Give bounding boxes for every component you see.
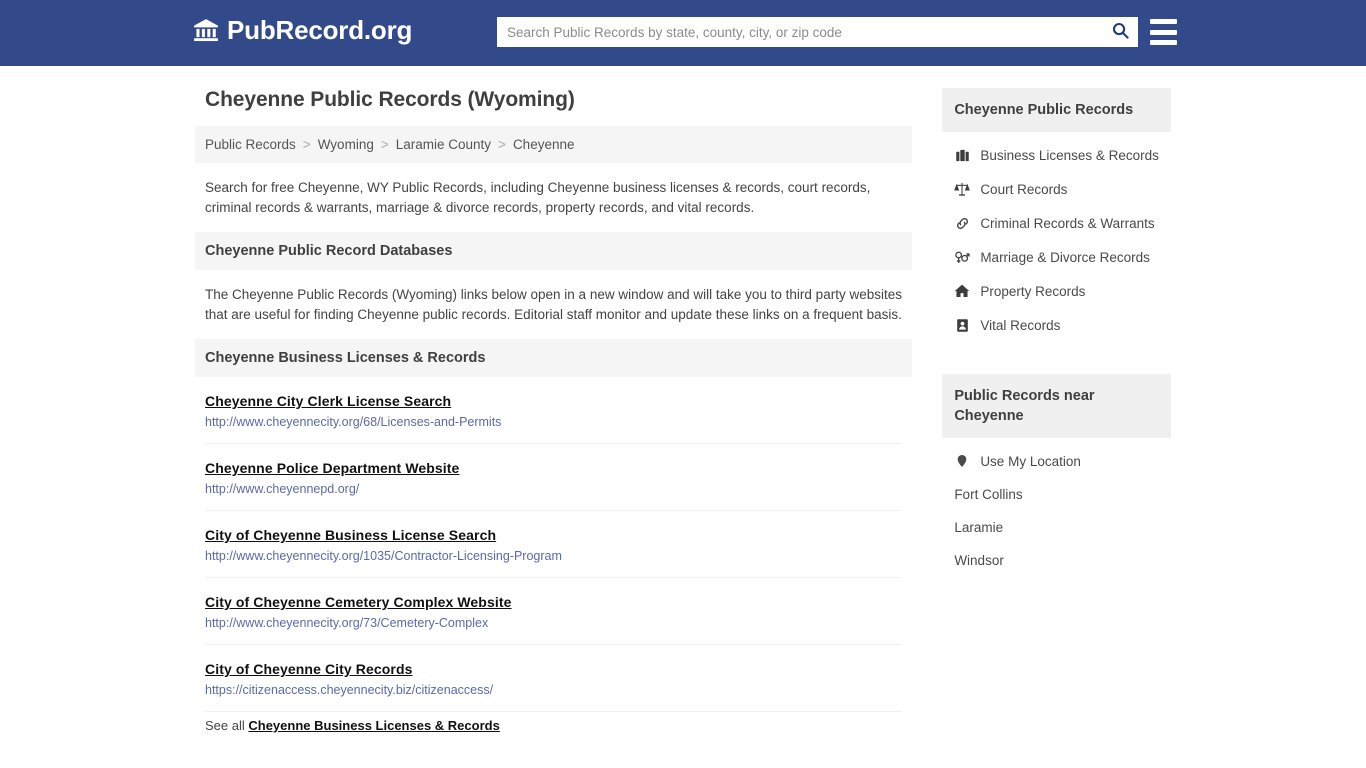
sidebar-item-label: Use My Location xyxy=(980,453,1081,469)
site-logo-link[interactable]: PubRecord.org xyxy=(193,17,412,43)
sidebar-item-label: Court Records xyxy=(980,181,1068,197)
list-item: City of Cheyenne City Records https://ci… xyxy=(205,645,903,712)
sidebar-item-fort-collins[interactable]: Fort Collins xyxy=(942,478,1171,511)
record-link-title[interactable]: City of Cheyenne Business License Search xyxy=(205,527,496,543)
page-title: Cheyenne Public Records (Wyoming) xyxy=(205,88,575,111)
record-link-title[interactable]: Cheyenne City Clerk License Search xyxy=(205,393,451,409)
search-icon xyxy=(1111,21,1130,43)
sidebar: Cheyenne Public Records Business License… xyxy=(942,88,1171,743)
list-item: Cheyenne Police Department Website http:… xyxy=(205,444,903,511)
scales-of-justice-icon xyxy=(954,181,971,197)
briefcase-icon xyxy=(954,147,970,163)
page-body: Cheyenne Public Records (Wyoming) Public… xyxy=(0,66,1366,743)
breadcrumb: Public Records > Wyoming > Laramie Count… xyxy=(195,126,913,163)
sidebar-near-list: Use My Location Fort Collins Laramie Win… xyxy=(942,438,1171,577)
sidebar-heading-records: Cheyenne Public Records xyxy=(942,88,1171,132)
breadcrumb-item-public-records[interactable]: Public Records xyxy=(205,137,296,152)
section-heading-business-licenses: Cheyenne Business Licenses & Records xyxy=(195,339,913,377)
search-input[interactable] xyxy=(497,18,1102,46)
hamburger-bar-3 xyxy=(1150,40,1177,45)
sidebar-heading-near: Public Records near Cheyenne xyxy=(942,374,1171,438)
bank-building-icon xyxy=(193,17,219,43)
breadcrumb-item-cheyenne: Cheyenne xyxy=(512,137,575,152)
sidebar-item-business-licenses[interactable]: Business Licenses & Records xyxy=(942,138,1171,172)
site-logo-text: PubRecord.org xyxy=(227,15,413,45)
hamburger-menu-icon[interactable] xyxy=(1150,19,1177,45)
site-header: PubRecord.org xyxy=(0,0,1366,66)
hamburger-bar-1 xyxy=(1150,19,1177,24)
handcuffs-icon xyxy=(954,215,970,231)
record-link-url[interactable]: http://www.cheyennepd.org/ xyxy=(205,482,902,496)
list-item: City of Cheyenne Cemetery Complex Websit… xyxy=(205,578,903,645)
see-all-prefix: See all xyxy=(205,718,245,733)
list-item: Cheyenne City Clerk License Search http:… xyxy=(205,377,903,444)
see-all-link[interactable]: Cheyenne Business Licenses & Records xyxy=(248,718,499,733)
page-intro-text: Search for free Cheyenne, WY Public Reco… xyxy=(205,180,871,215)
sidebar-item-marriage-divorce[interactable]: Marriage & Divorce Records xyxy=(942,240,1171,274)
sidebar-item-label: Vital Records xyxy=(980,317,1061,333)
map-pin-icon xyxy=(954,453,970,469)
record-link-url[interactable]: http://www.cheyennecity.org/1035/Contrac… xyxy=(205,549,902,563)
record-link-url[interactable]: https://citizenaccess.cheyennecity.biz/c… xyxy=(205,683,902,697)
record-link-title[interactable]: City of Cheyenne City Records xyxy=(205,661,413,677)
sidebar-item-criminal-records[interactable]: Criminal Records & Warrants xyxy=(942,206,1171,240)
sidebar-item-laramie[interactable]: Laramie xyxy=(942,511,1171,544)
content-container: Cheyenne Public Records (Wyoming) Public… xyxy=(195,66,1171,743)
breadcrumb-item-wyoming[interactable]: Wyoming xyxy=(318,137,374,152)
sidebar-item-vital-records[interactable]: Vital Records xyxy=(942,308,1171,342)
record-link-title[interactable]: City of Cheyenne Cemetery Complex Websit… xyxy=(205,594,511,610)
breadcrumb-separator-icon: > xyxy=(302,137,311,152)
see-all-row: See all Cheyenne Business Licenses & Rec… xyxy=(205,712,902,743)
main-column: Cheyenne Public Records (Wyoming) Public… xyxy=(195,88,913,743)
breadcrumb-separator-icon: > xyxy=(498,137,506,152)
record-link-url[interactable]: http://www.cheyennecity.org/73/Cemetery-… xyxy=(205,616,902,630)
sidebar-box-records: Cheyenne Public Records Business License… xyxy=(942,88,1171,342)
sidebar-item-label: Criminal Records & Warrants xyxy=(980,215,1155,231)
section-body-databases: The Cheyenne Public Records (Wyoming) li… xyxy=(205,287,902,322)
sidebar-box-near: Public Records near Cheyenne Use My Loca… xyxy=(942,374,1171,577)
record-link-list: Cheyenne City Clerk License Search http:… xyxy=(195,377,912,743)
search-bar xyxy=(497,17,1138,47)
sidebar-item-use-my-location[interactable]: Use My Location xyxy=(942,444,1171,478)
sidebar-item-court-records[interactable]: Court Records xyxy=(942,172,1171,206)
sidebar-item-windsor[interactable]: Windsor xyxy=(942,544,1171,577)
record-link-title[interactable]: Cheyenne Police Department Website xyxy=(205,460,459,476)
breadcrumb-item-laramie-county[interactable]: Laramie County xyxy=(396,137,491,152)
id-card-icon xyxy=(954,317,970,333)
search-button[interactable] xyxy=(1102,17,1138,47)
list-item: City of Cheyenne Business License Search… xyxy=(205,511,903,578)
sidebar-item-label: Marriage & Divorce Records xyxy=(980,249,1150,265)
sidebar-item-label: Property Records xyxy=(980,283,1086,299)
home-icon xyxy=(954,283,970,299)
hamburger-bar-2 xyxy=(1150,29,1177,35)
record-link-url[interactable]: http://www.cheyennecity.org/68/Licenses-… xyxy=(205,415,902,429)
gender-symbols-icon xyxy=(954,249,971,265)
breadcrumb-separator-icon: > xyxy=(380,137,389,152)
sidebar-item-property-records[interactable]: Property Records xyxy=(942,274,1171,308)
sidebar-item-label: Business Licenses & Records xyxy=(980,147,1159,163)
section-heading-databases: Cheyenne Public Record Databases xyxy=(195,232,913,270)
sidebar-records-list: Business Licenses & Records Court Record… xyxy=(942,132,1171,342)
